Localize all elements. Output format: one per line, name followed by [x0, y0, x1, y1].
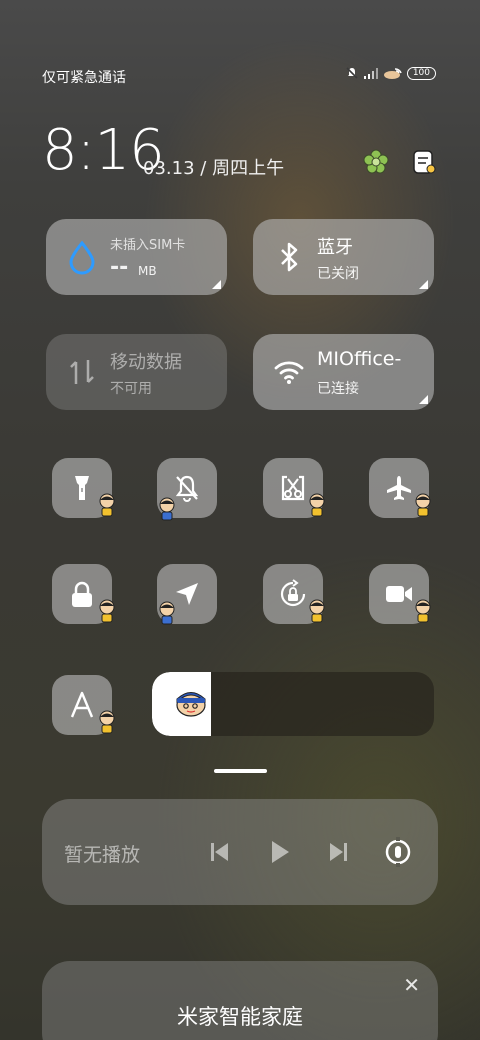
cartoon-sticker-icon [309, 493, 325, 517]
tile-mobile-data[interactable]: 移动数据 不可用 [46, 334, 227, 410]
auto-rotate-lock-icon [280, 579, 306, 607]
edit-notes-icon[interactable] [410, 148, 438, 176]
tile-mobile-data-status: 不可用 [110, 381, 152, 397]
tile-bluetooth[interactable]: 蓝牙 已关闭 [253, 219, 434, 295]
date-text[interactable]: 03.13 / 周四上午 [143, 154, 284, 180]
tile-data-usage-value: -- [110, 255, 129, 280]
mobile-data-arrows-icon [70, 360, 94, 384]
cartoon-sticker-icon [99, 599, 115, 623]
flower-settings-icon[interactable] [362, 148, 390, 176]
wifi-icon [274, 361, 304, 384]
media-status-text: 暂无播放 [64, 844, 141, 866]
media-player-card[interactable]: 暂无播放 [42, 799, 438, 905]
tile-mobile-data-title: 移动数据 [110, 352, 182, 373]
tile-wifi[interactable]: MIOffice- 已连接 [253, 334, 434, 410]
bluetooth-icon [281, 242, 298, 272]
previous-track-icon[interactable] [204, 837, 234, 867]
wifi-cartoon-icon [383, 68, 402, 79]
video-camera-icon [386, 586, 412, 602]
cartoon-sticker-icon [309, 599, 325, 623]
tile-data-usage[interactable]: 未插入SIM卡 -- MB [46, 219, 227, 295]
date-separator: / [200, 158, 207, 179]
screenshot-scissors-icon [281, 475, 305, 501]
tile-data-usage-title: 未插入SIM卡 [110, 238, 186, 253]
tile-expand-indicator [212, 280, 221, 289]
cartoon-sticker-icon [159, 601, 175, 625]
date-value: 03.13 [143, 158, 195, 179]
cartoon-sticker-icon [99, 710, 115, 734]
play-icon[interactable] [264, 837, 294, 867]
next-track-icon[interactable] [324, 837, 354, 867]
font-a-icon [70, 691, 94, 718]
cartoon-sticker-icon [99, 493, 115, 517]
tile-wifi-title: MIOffice- [317, 348, 402, 370]
panel-drag-handle[interactable] [214, 769, 267, 773]
brightness-cartoon-icon [176, 692, 206, 717]
airplane-icon [387, 476, 411, 500]
status-carrier-text: 仅可紧急通话 [42, 70, 126, 86]
brightness-slider[interactable] [152, 672, 434, 736]
tile-wifi-status: 已连接 [317, 381, 359, 397]
tile-bluetooth-status: 已关闭 [317, 266, 359, 282]
weekday-text: 周四上午 [212, 158, 285, 179]
tile-expand-indicator [419, 395, 428, 404]
close-icon[interactable]: ✕ [403, 973, 420, 997]
tile-data-usage-unit: MB [138, 264, 157, 278]
signal-icon [363, 68, 378, 79]
lock-icon [72, 581, 92, 607]
cartoon-sticker-icon [415, 493, 431, 517]
flashlight-icon [75, 476, 89, 500]
smart-home-title: 米家智能家庭 [177, 1005, 303, 1029]
cartoon-sticker-icon [415, 599, 431, 623]
smart-home-card[interactable]: ✕ 米家智能家庭 [42, 961, 438, 1040]
audio-output-icon[interactable] [383, 837, 413, 867]
water-drop-icon [69, 240, 95, 275]
cartoon-sticker-icon [159, 497, 175, 521]
mute-bell-icon [346, 67, 358, 79]
tile-bluetooth-title: 蓝牙 [317, 237, 353, 258]
battery-indicator: 100 [406, 66, 436, 80]
status-icons: 100 [345, 66, 436, 80]
tile-expand-indicator [419, 280, 428, 289]
